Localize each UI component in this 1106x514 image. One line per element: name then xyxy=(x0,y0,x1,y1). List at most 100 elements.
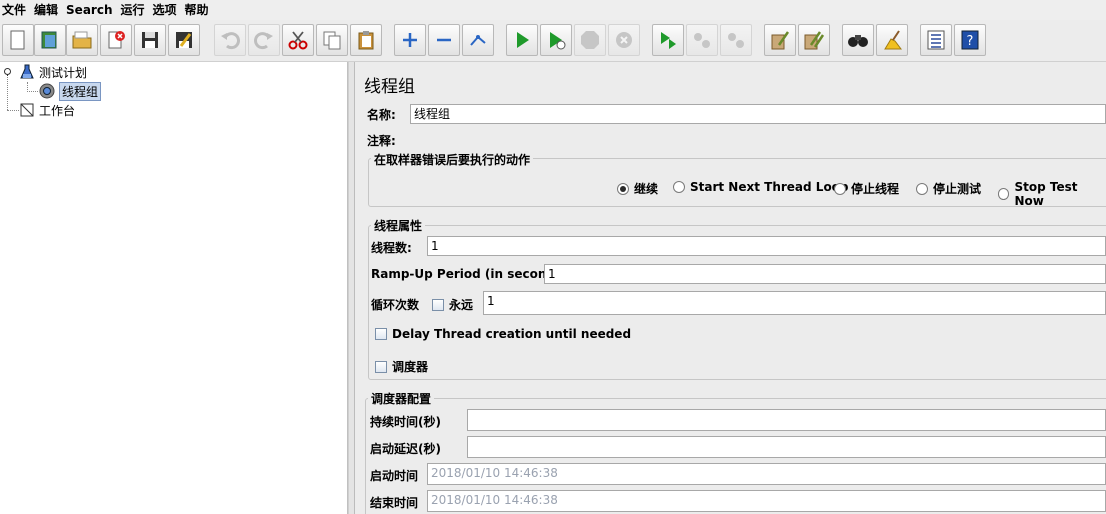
checkbox-indicator xyxy=(432,298,444,311)
templates-button[interactable] xyxy=(34,24,66,56)
stop-button[interactable] xyxy=(574,24,606,56)
sampler-error-title: 在取样器错误后要执行的动作 xyxy=(371,151,534,168)
search-button[interactable] xyxy=(842,24,874,56)
radio-label: 继续 xyxy=(634,182,659,196)
expand-all-button[interactable] xyxy=(394,24,426,56)
tree-item-workbench[interactable]: 工作台 xyxy=(19,101,75,119)
threads-label: 线程数: xyxy=(371,241,412,255)
remote-stop-button[interactable] xyxy=(686,24,718,56)
tree-connector xyxy=(7,74,8,110)
remote-start-icon xyxy=(661,32,676,49)
workbench-icon xyxy=(20,103,34,117)
copy-button[interactable] xyxy=(316,24,348,56)
close-button[interactable] xyxy=(100,24,132,56)
gear-icon xyxy=(39,83,55,99)
threads-input[interactable]: 1 xyxy=(427,236,1106,256)
clear-all-button[interactable] xyxy=(798,24,830,56)
clear-icon xyxy=(771,31,790,50)
test-plan-tree: 测试计划 线程组 工作台 xyxy=(0,62,348,514)
open-icon xyxy=(72,31,92,49)
tree-item-thread-group[interactable]: 线程组 xyxy=(38,81,102,101)
radio-start-next-loop[interactable]: Start Next Thread Loop xyxy=(673,180,849,194)
tree-item-label: 测试计划 xyxy=(39,65,88,80)
remote-exit-icon xyxy=(728,33,744,48)
menu-file[interactable]: 文件 xyxy=(0,0,32,20)
save-as-button[interactable] xyxy=(168,24,200,56)
clear-button[interactable] xyxy=(764,24,796,56)
checkbox-indicator xyxy=(375,360,387,373)
reset-search-button[interactable] xyxy=(876,24,908,56)
checkbox-indicator xyxy=(375,328,387,340)
menu-search[interactable]: Search xyxy=(64,0,118,20)
cut-button[interactable] xyxy=(282,24,314,56)
thread-group-panel: 线程组 名称: 线程组 注释: 在取样器错误后要执行的动作 继续 Start N… xyxy=(355,62,1106,514)
comment-label: 注释: xyxy=(367,134,396,148)
start-icon xyxy=(517,32,529,48)
expand-icon xyxy=(403,33,417,47)
radio-stop-thread[interactable]: 停止线程 xyxy=(834,180,899,197)
start-button[interactable] xyxy=(506,24,538,56)
copy-icon xyxy=(323,31,341,50)
save-icon xyxy=(142,32,158,48)
tree-expand-icon[interactable] xyxy=(3,67,12,76)
undo-icon xyxy=(221,32,240,50)
radio-label: Stop Test Now xyxy=(1014,180,1078,208)
new-button[interactable] xyxy=(2,24,34,56)
radio-label: Start Next Thread Loop xyxy=(690,180,849,194)
redo-icon xyxy=(254,32,273,50)
paste-button[interactable] xyxy=(350,24,382,56)
collapse-all-button[interactable] xyxy=(428,24,460,56)
end-time-label: 结束时间 xyxy=(370,496,419,510)
radio-stop-test-now[interactable]: Stop Test Now xyxy=(998,180,1106,208)
forever-checkbox[interactable]: 永远 xyxy=(432,296,473,313)
start-time-input[interactable]: 2018/01/10 14:46:38 xyxy=(427,463,1106,485)
radio-indicator xyxy=(617,182,629,195)
radio-indicator xyxy=(998,188,1010,200)
menu-bar: 文件 编辑 Search 运行 选项 帮助 xyxy=(0,0,1106,20)
end-time-input[interactable]: 2018/01/10 14:46:38 xyxy=(427,490,1106,512)
collapse-icon xyxy=(437,38,451,42)
open-button[interactable] xyxy=(66,24,98,56)
duration-input[interactable] xyxy=(467,409,1106,431)
redo-button[interactable] xyxy=(248,24,280,56)
shutdown-button[interactable] xyxy=(608,24,640,56)
tree-item-test-plan[interactable]: 测试计划 xyxy=(19,63,87,81)
radio-continue[interactable]: 继续 xyxy=(617,180,658,197)
save-as-icon xyxy=(176,32,192,48)
toggle-icon xyxy=(470,35,486,46)
rampup-input[interactable]: 1 xyxy=(544,264,1106,284)
tree-item-label: 工作台 xyxy=(39,103,76,118)
startup-delay-input[interactable] xyxy=(467,436,1106,458)
search-icon xyxy=(848,35,868,47)
comment-input[interactable] xyxy=(405,129,1106,149)
panel-splitter[interactable] xyxy=(348,62,355,514)
function-helper-button[interactable] xyxy=(920,24,952,56)
flask-icon xyxy=(20,64,34,79)
remote-start-button[interactable] xyxy=(652,24,684,56)
menu-run[interactable]: 运行 xyxy=(118,0,150,20)
templates-icon xyxy=(41,31,57,49)
remote-exit-button[interactable] xyxy=(720,24,752,56)
menu-options[interactable]: 选项 xyxy=(151,0,183,20)
start-time-label: 启动时间 xyxy=(370,469,419,483)
radio-indicator xyxy=(834,182,846,195)
undo-button[interactable] xyxy=(214,24,246,56)
paste-icon xyxy=(358,31,374,50)
function-helper-icon xyxy=(927,30,945,50)
scheduler-config-title: 调度器配置 xyxy=(368,390,435,407)
name-input[interactable]: 线程组 xyxy=(410,104,1106,124)
tree-connector xyxy=(27,91,38,92)
svg-text:?: ? xyxy=(967,34,974,49)
help-button[interactable]: ? xyxy=(954,24,986,56)
scheduler-checkbox[interactable]: 调度器 xyxy=(375,358,428,375)
menu-help[interactable]: 帮助 xyxy=(183,0,215,20)
startup-delay-label: 启动延迟(秒) xyxy=(370,442,441,456)
save-button[interactable] xyxy=(134,24,166,56)
toggle-button[interactable] xyxy=(462,24,494,56)
menu-edit[interactable]: 编辑 xyxy=(32,0,64,20)
start-no-pause-button[interactable] xyxy=(540,24,572,56)
loop-count-input[interactable]: 1 xyxy=(483,291,1106,315)
delay-thread-checkbox[interactable]: Delay Thread creation until needed xyxy=(375,327,631,341)
reset-search-icon xyxy=(884,30,902,50)
radio-stop-test[interactable]: 停止测试 xyxy=(916,180,981,197)
